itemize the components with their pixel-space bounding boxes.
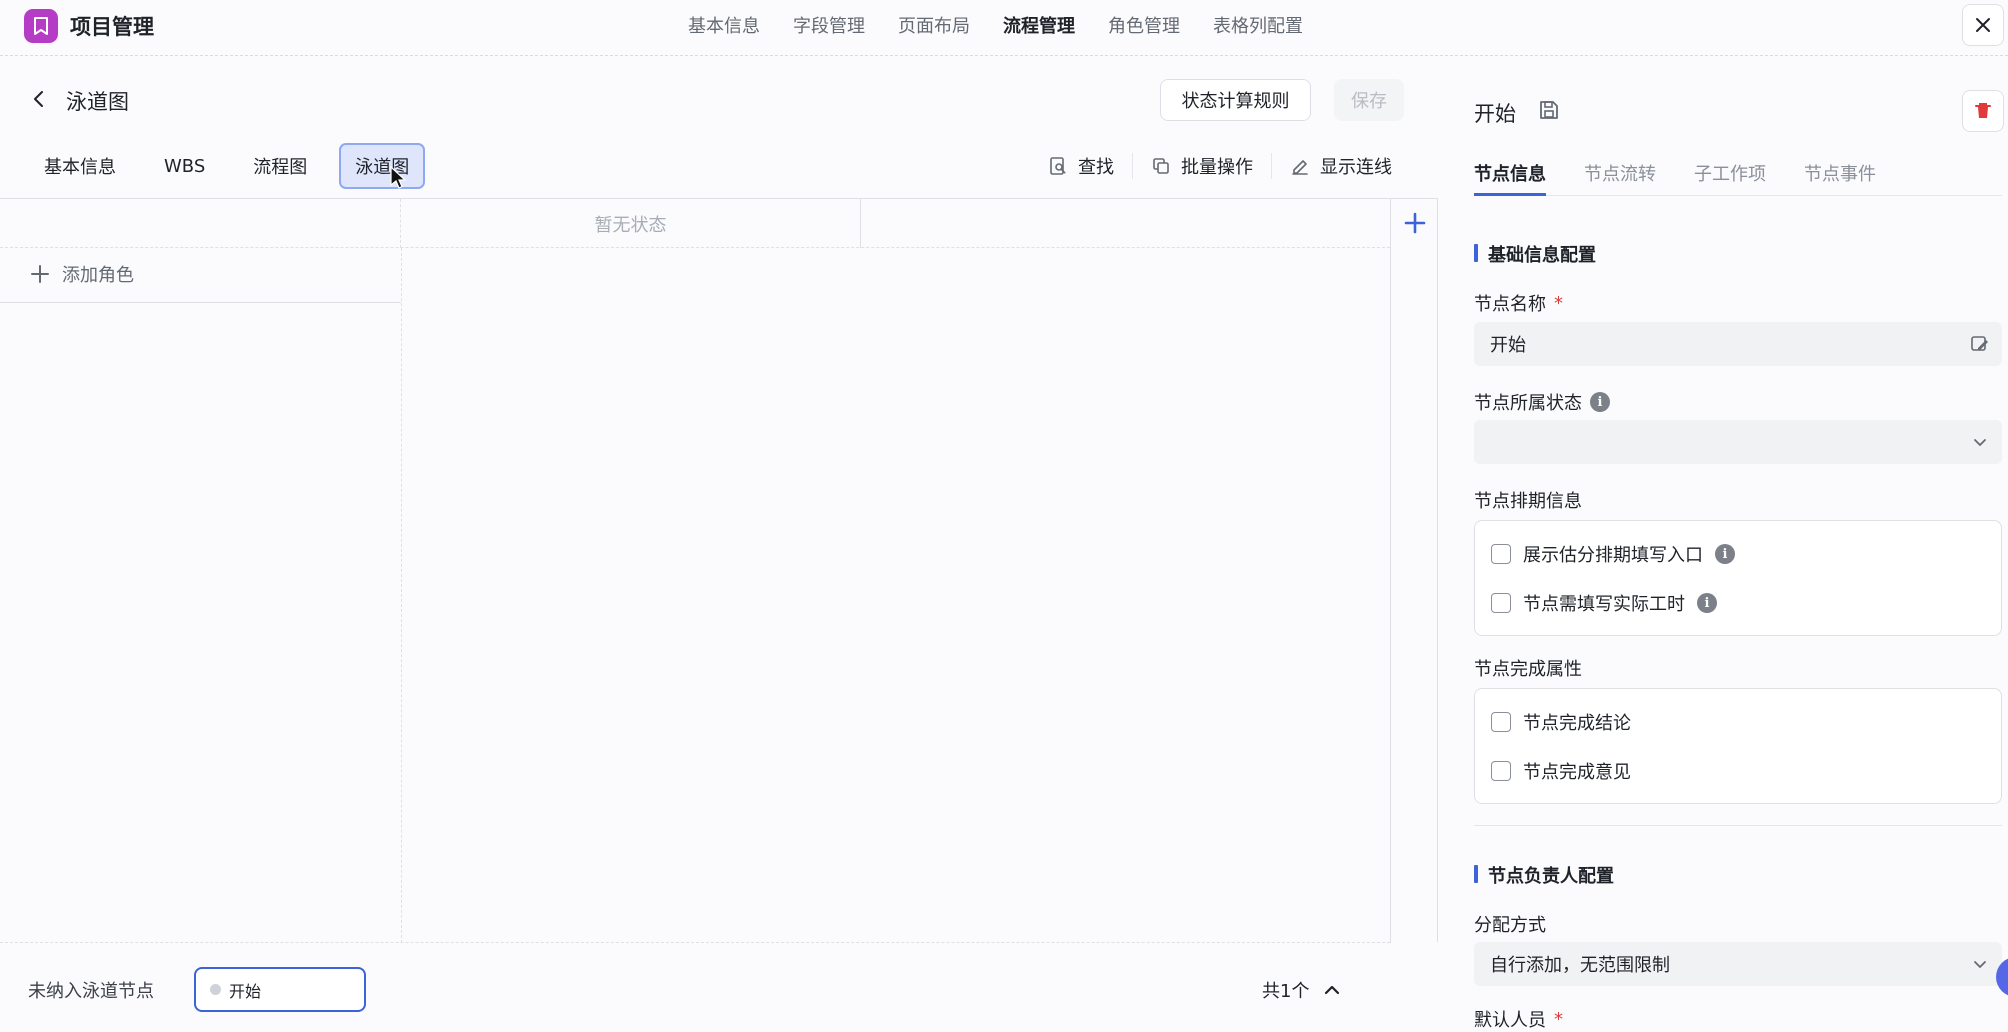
empty-status-column: 暂无状态 — [401, 199, 861, 248]
required-mark: * — [1554, 292, 1563, 314]
schedule-options: 展示估分排期填写入口 i 节点需填写实际工时 i — [1474, 520, 2002, 636]
node-name-input[interactable]: 开始 — [1474, 322, 2002, 366]
tab-swimlane[interactable]: 泳道图 — [339, 143, 426, 189]
checkbox[interactable] — [1491, 593, 1511, 613]
plus-icon — [31, 265, 49, 283]
info-icon[interactable]: i — [1715, 544, 1735, 564]
schedule-option-label: 展示估分排期填写入口 — [1523, 545, 1703, 566]
schedule-option-label: 节点需填写实际工时 — [1523, 594, 1685, 615]
unassigned-count: 共1个 — [1262, 981, 1310, 1002]
app-logo-icon — [24, 9, 58, 43]
unassigned-count-toggle[interactable]: 共1个 — [1262, 977, 1341, 1003]
node-status-label: 节点所属状态 i — [1474, 389, 1610, 415]
edit-icon[interactable] — [1970, 334, 1990, 354]
status-rule-button[interactable]: 状态计算规则 — [1160, 79, 1311, 121]
section-basic-config: 基础信息配置 — [1474, 241, 1596, 267]
batch-operation-button[interactable]: 批量操作 — [1132, 153, 1271, 179]
board-header: 暂无状态 — [0, 199, 1390, 248]
node-status-label-text: 节点所属状态 — [1474, 393, 1582, 414]
tab-node-events[interactable]: 节点事件 — [1804, 150, 1876, 196]
topnav-field-management[interactable]: 字段管理 — [793, 12, 865, 38]
unassigned-node-start[interactable]: 开始 — [194, 967, 366, 1012]
save-icon[interactable] — [1538, 99, 1560, 121]
top-nav: 基本信息 字段管理 页面布局 流程管理 角色管理 表格列配置 — [688, 12, 1303, 38]
schedule-option-actual-hours[interactable]: 节点需填写实际工时 i — [1491, 590, 1717, 616]
node-name-label: 节点名称 * — [1474, 290, 1563, 316]
node-status-dot — [210, 984, 221, 995]
info-icon[interactable]: i — [1697, 593, 1717, 613]
tab-node-info[interactable]: 节点信息 — [1474, 150, 1546, 196]
topnav-process-management[interactable]: 流程管理 — [1003, 12, 1075, 38]
show-lines-label: 显示连线 — [1320, 157, 1392, 178]
topnav-page-layout[interactable]: 页面布局 — [898, 12, 970, 38]
mouse-cursor-icon — [390, 166, 406, 189]
node-name-value: 开始 — [1490, 335, 1526, 356]
chevron-down-icon — [1974, 439, 1986, 446]
node-tabs: 节点信息 节点流转 子工作项 节点事件 — [1474, 150, 2002, 196]
tab-node-transition[interactable]: 节点流转 — [1584, 150, 1656, 196]
close-button[interactable] — [1962, 4, 2004, 46]
topnav-role-management[interactable]: 角色管理 — [1108, 12, 1180, 38]
pen-icon — [1292, 160, 1308, 175]
node-status-select[interactable] — [1474, 420, 2002, 464]
copy-icon — [1153, 158, 1169, 174]
complete-options: 节点完成结论 节点完成意见 — [1474, 688, 2002, 804]
toolbar: 查找 批量操作 显示连线 — [1030, 150, 1410, 182]
complete-option-label: 节点完成意见 — [1523, 762, 1631, 783]
add-role-label: 添加角色 — [62, 265, 134, 286]
app-title: 项目管理 — [70, 15, 154, 39]
close-icon — [1976, 18, 1990, 32]
save-button[interactable]: 保存 — [1334, 79, 1404, 121]
add-status-plus-icon[interactable] — [1403, 211, 1427, 235]
back-arrow-icon[interactable] — [28, 88, 50, 110]
top-bar: 项目管理 基本信息 字段管理 页面布局 流程管理 角色管理 表格列配置 — [0, 0, 2008, 56]
default-person-label: 默认人员 * — [1474, 1006, 1563, 1032]
find-button[interactable]: 查找 — [1030, 153, 1132, 179]
assign-method-select[interactable]: 自行添加，无范围限制 — [1474, 942, 2002, 986]
schedule-option-estimate[interactable]: 展示估分排期填写入口 i — [1491, 541, 1735, 567]
chevron-down-icon — [1974, 961, 1986, 968]
find-icon — [1050, 157, 1066, 175]
tab-wbs[interactable]: WBS — [148, 146, 221, 187]
section-owner-config: 节点负责人配置 — [1474, 862, 1614, 888]
panel-divider — [1474, 825, 2002, 826]
default-person-label-text: 默认人员 — [1474, 1010, 1546, 1031]
complete-option-label: 节点完成结论 — [1523, 713, 1631, 734]
find-label: 查找 — [1078, 157, 1114, 178]
tab-sub-work-items[interactable]: 子工作项 — [1694, 150, 1766, 196]
add-role-button[interactable]: 添加角色 — [30, 261, 134, 287]
tab-flowchart[interactable]: 流程图 — [237, 143, 323, 189]
topnav-basic-info[interactable]: 基本信息 — [688, 12, 760, 38]
tab-basic-info[interactable]: 基本信息 — [28, 143, 132, 189]
required-mark: * — [1554, 1008, 1563, 1030]
checkbox[interactable] — [1491, 544, 1511, 564]
schedule-info-label: 节点排期信息 — [1474, 491, 1582, 512]
unassigned-node-label: 开始 — [229, 981, 262, 1001]
topnav-table-column-config[interactable]: 表格列配置 — [1213, 12, 1303, 38]
lane-divider — [401, 248, 402, 943]
swimlane-board: 暂无状态 添加角色 — [0, 198, 1438, 943]
complete-option-conclusion[interactable]: 节点完成结论 — [1491, 709, 1631, 735]
chevron-up-icon — [1325, 985, 1340, 995]
node-name-label-text: 节点名称 — [1474, 294, 1546, 315]
info-icon[interactable]: i — [1590, 392, 1610, 412]
checkbox[interactable] — [1491, 761, 1511, 781]
board-header-corner — [0, 199, 401, 248]
add-status-column — [1390, 199, 1438, 943]
show-lines-button[interactable]: 显示连线 — [1271, 153, 1410, 179]
trash-icon — [1975, 103, 1991, 118]
page-title: 泳道图 — [66, 90, 129, 114]
assign-method-label: 分配方式 — [1474, 915, 1546, 936]
batch-operation-label: 批量操作 — [1181, 157, 1253, 178]
unassigned-nodes-bar: 未纳入泳道节点 开始 共1个 — [0, 942, 1390, 1032]
node-title: 开始 — [1474, 102, 1516, 126]
complete-option-opinion[interactable]: 节点完成意见 — [1491, 758, 1631, 784]
delete-node-button[interactable] — [1962, 90, 2004, 132]
role-divider — [0, 302, 401, 303]
unassigned-nodes-label: 未纳入泳道节点 — [28, 981, 154, 1002]
checkbox[interactable] — [1491, 712, 1511, 732]
assign-method-value: 自行添加，无范围限制 — [1490, 955, 1670, 976]
complete-attr-label: 节点完成属性 — [1474, 659, 1582, 680]
view-tabs: 基本信息 WBS 流程图 泳道图 — [28, 143, 441, 189]
